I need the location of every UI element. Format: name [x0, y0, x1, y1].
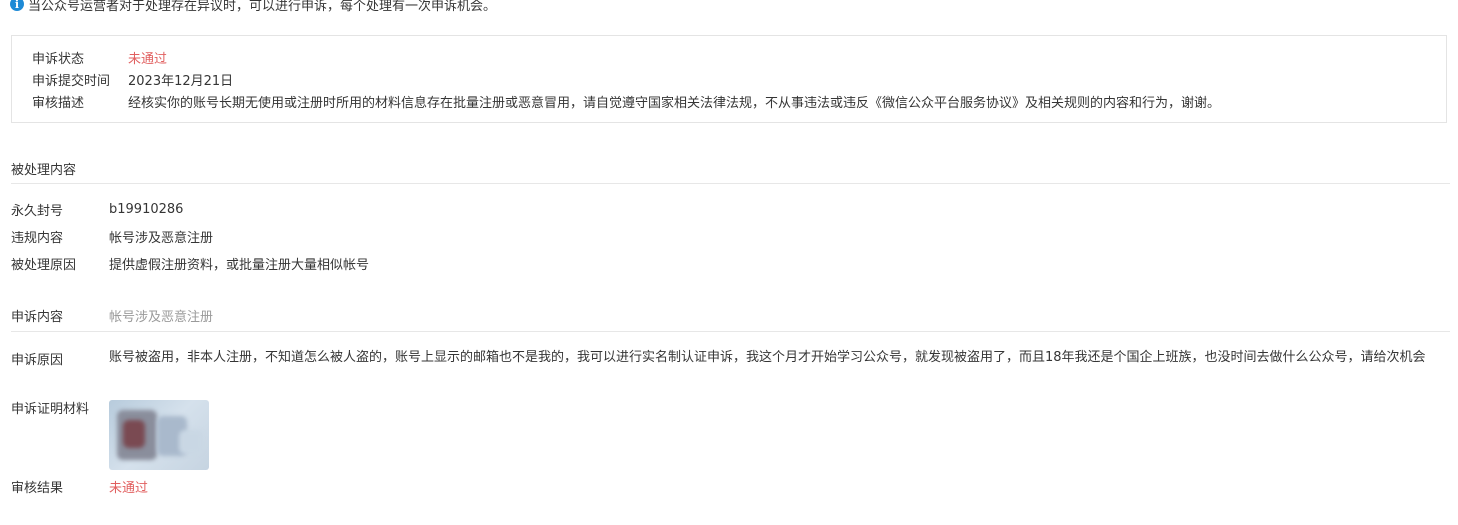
appeal-divider [11, 331, 1450, 332]
appeal-reason-label: 申诉原因 [11, 353, 64, 368]
section-divider [11, 183, 1450, 184]
processed-section-title: 被处理内容 [11, 163, 77, 178]
submit-time-value: 2023年12月21日 [128, 74, 234, 89]
violation-row: 违规内容 帐号涉及恶意注册 [11, 227, 213, 246]
appeal-reason-label-row: 申诉原因 [11, 349, 63, 368]
review-result-row: 审核结果 未通过 [11, 477, 148, 496]
status-value: 未通过 [128, 52, 168, 67]
appeal-content-label: 申诉内容 [11, 310, 64, 325]
review-desc-label: 审核描述 [32, 96, 85, 111]
evidence-label-row: 申诉证明材料 [11, 398, 89, 417]
review-desc-value: 经核实你的账号长期无使用或注册时所用的材料信息存在批量注册或恶意冒用，请自觉遵守… [128, 96, 1221, 111]
notice-text: 当公众号运营者对于处理存在异议时，可以进行申诉，每个处理有一次申诉机会。 [28, 0, 497, 14]
violation-label: 违规内容 [11, 231, 64, 246]
notice-bar: i 当公众号运营者对于处理存在异议时，可以进行申诉，每个处理有一次申诉机会。 [10, 0, 496, 14]
review-desc-row: 审核描述 经核实你的账号长期无使用或注册时所用的材料信息存在批量注册或恶意冒用，… [32, 92, 1220, 111]
info-icon: i [10, 0, 24, 11]
processed-reason-label: 被处理原因 [11, 258, 77, 273]
violation-value: 帐号涉及恶意注册 [109, 231, 214, 246]
submit-time-label: 申诉提交时间 [32, 74, 111, 89]
evidence-label: 申诉证明材料 [11, 402, 90, 417]
status-label: 申诉状态 [32, 52, 85, 67]
appeal-content-row: 申诉内容 帐号涉及恶意注册 [11, 306, 213, 325]
ban-label: 永久封号 [11, 204, 64, 219]
review-result-label: 审核结果 [11, 481, 64, 496]
appeal-content-value: 帐号涉及恶意注册 [109, 310, 214, 325]
processed-reason-row: 被处理原因 提供虚假注册资料，或批量注册大量相似帐号 [11, 254, 369, 273]
processed-reason-value: 提供虚假注册资料，或批量注册大量相似帐号 [109, 258, 370, 273]
status-row: 申诉状态 未通过 [32, 48, 167, 67]
ban-row: 永久封号 b19910286 [11, 200, 183, 219]
appeal-reason-value: 账号被盗用，非本人注册，不知道怎么被人盗的，账号上显示的邮箱也不是我的，我可以进… [109, 350, 1426, 365]
ban-value: b19910286 [109, 202, 184, 217]
submit-time-row: 申诉提交时间 2023年12月21日 [32, 70, 233, 89]
evidence-image-thumbnail[interactable] [109, 400, 209, 470]
review-result-value: 未通过 [109, 481, 149, 496]
